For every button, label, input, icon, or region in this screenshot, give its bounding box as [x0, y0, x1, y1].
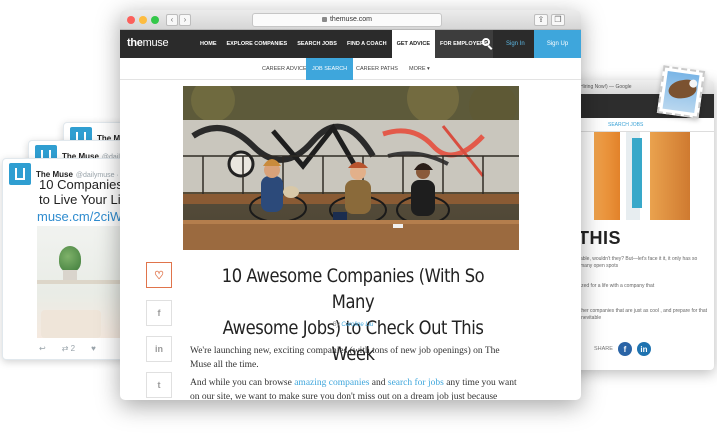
- url-text: themuse.com: [329, 16, 373, 23]
- sofa-graphic: [41, 310, 101, 338]
- tweet-text-line2: to Live Your Life: [39, 192, 132, 207]
- sign-in-link[interactable]: Sign In: [506, 30, 525, 58]
- nav-explore-companies[interactable]: EXPLORE COMPANIES: [222, 30, 293, 58]
- lock-icon: [321, 16, 327, 22]
- tweet-link[interactable]: muse.cm/2ciWZ: [37, 209, 130, 224]
- headline-line-1: 10 Awesome Companies (With So Many: [221, 265, 485, 313]
- retweet-count: 2: [70, 344, 76, 353]
- article-paragraph-2: And while you can browse amazing compani…: [190, 376, 520, 400]
- article-byline: By Caroline Liu: [198, 322, 508, 328]
- article-hero-image: [183, 86, 519, 250]
- linkedin-icon[interactable]: in: [146, 336, 172, 362]
- site-header: themuse HOME EXPLORE COMPANIES SEARCH JO…: [120, 30, 581, 58]
- subnav-job-search[interactable]: JOB SEARCH: [306, 58, 354, 80]
- background-article-para: ther companies that are just as cool , a…: [580, 308, 708, 321]
- hero-photo-graphic: [183, 86, 519, 250]
- mail-stamp-icon: [656, 65, 706, 119]
- back-button[interactable]: ‹: [166, 14, 178, 26]
- browser-toolbar: ‹ › themuse.com ⇪ ❐: [120, 10, 581, 30]
- subnav-more[interactable]: MORE ▾: [409, 58, 430, 80]
- background-share-bar: SHARE f in: [594, 342, 651, 356]
- article-paragraph-1: We're launching new, exciting companies …: [190, 346, 500, 370]
- desktop-stage: The Muse The Muse @dailymu The Muse @daily…: [0, 0, 717, 434]
- nav-get-advice[interactable]: GET ADVICE: [391, 30, 435, 58]
- background-article-title: THIS: [578, 228, 622, 248]
- logo-bold-part: the: [127, 37, 143, 49]
- main-browser-window[interactable]: ‹ › themuse.com ⇪ ❐ themuse HOME EXPLORE…: [120, 10, 581, 400]
- twitter-icon[interactable]: t: [146, 372, 172, 398]
- background-article-para: able, wouldn't they? But—let's face it i…: [580, 256, 698, 269]
- tabs-overview-icon[interactable]: ❐: [551, 14, 565, 26]
- reply-icon[interactable]: ↩: [39, 344, 46, 353]
- nav-find-a-coach[interactable]: FIND A COACH: [342, 30, 392, 58]
- paragraph-text: and: [369, 378, 388, 388]
- logo-light-part: muse: [142, 37, 169, 49]
- background-browser-window[interactable]: ...Hiring Now!) — Google SEARCH JOBS THI…: [566, 80, 714, 370]
- like-icon[interactable]: ♥: [91, 344, 96, 353]
- linkedin-share-icon[interactable]: in: [636, 342, 651, 356]
- zoom-window-button[interactable]: [151, 16, 159, 24]
- facebook-share-icon[interactable]: f: [617, 342, 632, 356]
- paragraph-text: And while you can browse: [190, 378, 295, 388]
- nav-search-jobs[interactable]: SEARCH JOBS: [292, 30, 342, 58]
- search-for-jobs-link[interactable]: search for jobs: [388, 378, 444, 388]
- minimize-window-button[interactable]: [139, 16, 147, 24]
- tweet-actions: ↩ ⇄ 2 ♥: [39, 344, 96, 353]
- share-label: SHARE: [594, 346, 613, 352]
- background-article-para: ized for a life with a company that: [580, 283, 655, 289]
- themuse-logo[interactable]: themuse: [127, 37, 169, 49]
- byline-prefix: By: [332, 322, 340, 328]
- plant-graphic: [59, 246, 81, 272]
- primary-nav: HOME EXPLORE COMPANIES SEARCH JOBS FIND …: [195, 30, 493, 58]
- facebook-icon[interactable]: f: [146, 300, 172, 326]
- background-window-search-jobs[interactable]: SEARCH JOBS: [566, 118, 714, 132]
- share-icon[interactable]: ⇪: [534, 14, 548, 26]
- subnav-career-paths[interactable]: CAREER PATHS: [356, 58, 398, 80]
- sub-nav: CAREER ADVICE JOB SEARCH CAREER PATHS MO…: [120, 58, 581, 80]
- amazing-companies-link[interactable]: amazing companies: [294, 378, 369, 388]
- background-article-image: [586, 132, 711, 220]
- plant-pot-graphic: [63, 270, 77, 280]
- address-bar[interactable]: themuse.com: [252, 13, 442, 27]
- close-window-button[interactable]: [127, 16, 135, 24]
- muse-avatar-icon: [9, 163, 31, 185]
- sign-up-button[interactable]: Sign Up: [534, 30, 581, 58]
- subnav-career-advice[interactable]: CAREER ADVICE: [262, 58, 307, 80]
- author-link[interactable]: Caroline Liu: [341, 322, 373, 328]
- retweet-icon[interactable]: ⇄ 2: [62, 344, 75, 353]
- search-icon[interactable]: [482, 38, 494, 50]
- forward-button[interactable]: ›: [179, 14, 191, 26]
- heart-icon[interactable]: ♡: [146, 262, 172, 288]
- nav-home[interactable]: HOME: [195, 30, 222, 58]
